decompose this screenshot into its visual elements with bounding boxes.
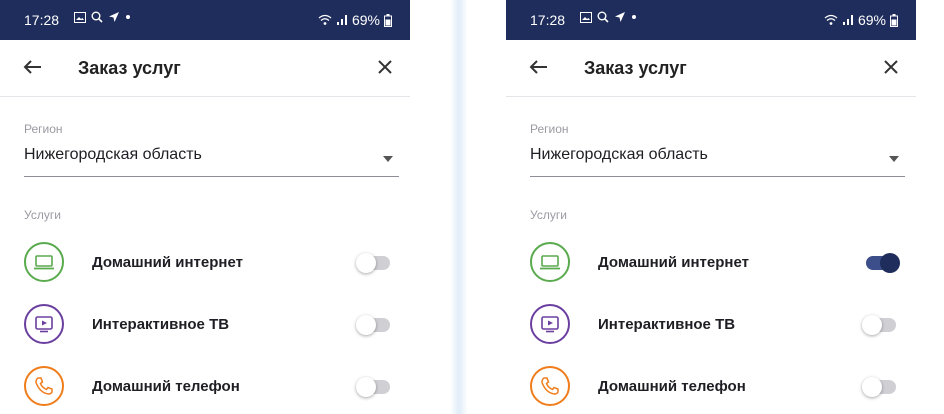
service-row-phone: Домашний телефон	[24, 366, 399, 412]
status-right: 69%	[824, 12, 898, 28]
page-title: Заказ услуг	[78, 58, 181, 78]
service-row-tv: Интерактивное ТВ	[24, 304, 399, 350]
wifi-icon	[318, 14, 332, 25]
gallery-icon	[580, 11, 592, 23]
region-dropdown[interactable]: Нижегородская область	[530, 140, 905, 177]
notification-icons	[74, 11, 131, 23]
navigation-icon	[109, 12, 119, 22]
dropdown-arrow-icon	[889, 156, 899, 162]
navigation-icon	[615, 12, 625, 22]
service-row-internet: Домашний интернет	[24, 242, 399, 288]
toggle-phone[interactable]	[862, 377, 896, 397]
dot-icon	[632, 15, 636, 19]
close-icon[interactable]	[374, 56, 396, 78]
region-value: Нижегородская область	[530, 146, 708, 163]
laptop-icon	[530, 242, 570, 282]
app-header: Заказ услуг	[506, 40, 916, 97]
status-bar: 17:28 69%	[0, 0, 410, 40]
notification-icons	[580, 11, 637, 23]
battery-icon	[384, 13, 392, 27]
dropdown-arrow-icon	[383, 156, 393, 162]
service-label: Интерактивное ТВ	[92, 316, 230, 333]
tv-icon	[24, 304, 64, 344]
back-arrow-icon[interactable]	[20, 54, 46, 80]
signal-icon	[336, 15, 347, 25]
toggle-tv[interactable]	[356, 315, 390, 335]
region-label: Регион	[530, 122, 569, 136]
battery-percent: 69%	[857, 12, 886, 28]
back-arrow-icon[interactable]	[526, 54, 552, 80]
service-label: Домашний телефон	[92, 378, 240, 395]
toggle-tv[interactable]	[862, 315, 896, 335]
service-label: Домашний интернет	[598, 254, 749, 271]
signal-icon	[842, 15, 853, 25]
status-right: 69%	[318, 12, 392, 28]
toggle-internet[interactable]	[356, 253, 390, 273]
search-icon	[597, 11, 609, 23]
service-row-phone: Домашний телефон	[530, 366, 905, 412]
service-label: Домашний телефон	[598, 378, 746, 395]
laptop-icon	[24, 242, 64, 282]
services-label: Услуги	[530, 208, 567, 222]
page-title: Заказ услуг	[584, 58, 687, 78]
service-row-internet: Домашний интернет	[530, 242, 905, 288]
services-label: Услуги	[24, 208, 61, 222]
status-time: 17:28	[530, 12, 566, 28]
status-time: 17:28	[24, 12, 60, 28]
battery-percent: 69%	[351, 12, 380, 28]
tv-icon	[530, 304, 570, 344]
service-label: Домашний интернет	[92, 254, 243, 271]
service-row-tv: Интерактивное ТВ	[530, 304, 905, 350]
region-label: Регион	[24, 122, 63, 136]
battery-icon	[890, 13, 898, 27]
region-dropdown[interactable]: Нижегородская область	[24, 140, 399, 177]
phone-icon	[530, 366, 570, 406]
phone-screen-left: 17:28 69% Заказ услуг Регион Нижегородск…	[0, 0, 410, 414]
app-header: Заказ услуг	[0, 40, 410, 97]
phone-icon	[24, 366, 64, 406]
dot-icon	[126, 15, 130, 19]
status-bar: 17:28 69%	[506, 0, 916, 40]
wifi-icon	[824, 14, 838, 25]
service-label: Интерактивное ТВ	[598, 316, 736, 333]
region-value: Нижегородская область	[24, 146, 202, 163]
toggle-phone[interactable]	[356, 377, 390, 397]
search-icon	[91, 11, 103, 23]
phone-screen-right: 17:28 69% Заказ услуг Регион Нижегородск…	[506, 0, 916, 414]
close-icon[interactable]	[880, 56, 902, 78]
gallery-icon	[74, 11, 86, 23]
toggle-internet[interactable]	[866, 253, 900, 273]
screen-divider	[450, 0, 468, 414]
